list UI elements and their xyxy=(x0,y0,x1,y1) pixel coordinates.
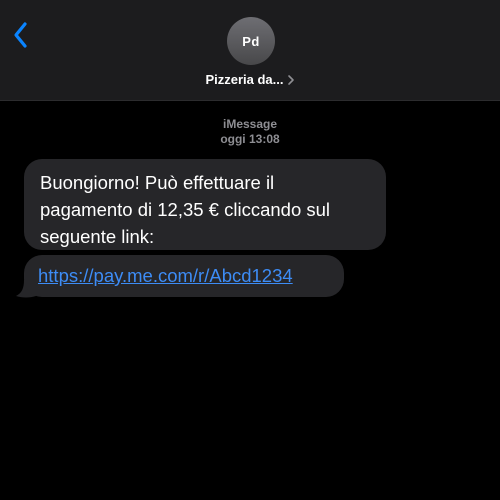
conversation-header: Pd Pizzeria da... xyxy=(0,0,500,101)
incoming-link-bubble[interactable]: https://pay.me.com/r/Abcd1234 xyxy=(24,255,344,297)
chevron-right-icon xyxy=(287,74,295,86)
avatar[interactable]: Pd xyxy=(227,17,275,65)
contact-details-button[interactable]: Pizzeria da... xyxy=(0,72,500,87)
payment-link[interactable]: https://pay.me.com/r/Abcd1234 xyxy=(38,265,293,286)
avatar-initials: Pd xyxy=(242,33,260,49)
incoming-message-bubble[interactable]: Buongiorno! Può effettuare il pagamento … xyxy=(24,159,386,250)
chevron-left-icon xyxy=(8,18,38,54)
contact-name: Pizzeria da... xyxy=(205,72,284,87)
message-timestamp: oggi 13:08 xyxy=(220,132,280,146)
back-button[interactable] xyxy=(8,18,38,54)
message-text: Buongiorno! Può effettuare il pagamento … xyxy=(40,172,331,247)
service-label: iMessage xyxy=(222,117,278,131)
messages-screen: Pd Pizzeria da... iMessage oggi 13:08 Bu… xyxy=(0,0,500,500)
thread-info: iMessage oggi 13:08 xyxy=(0,117,500,147)
